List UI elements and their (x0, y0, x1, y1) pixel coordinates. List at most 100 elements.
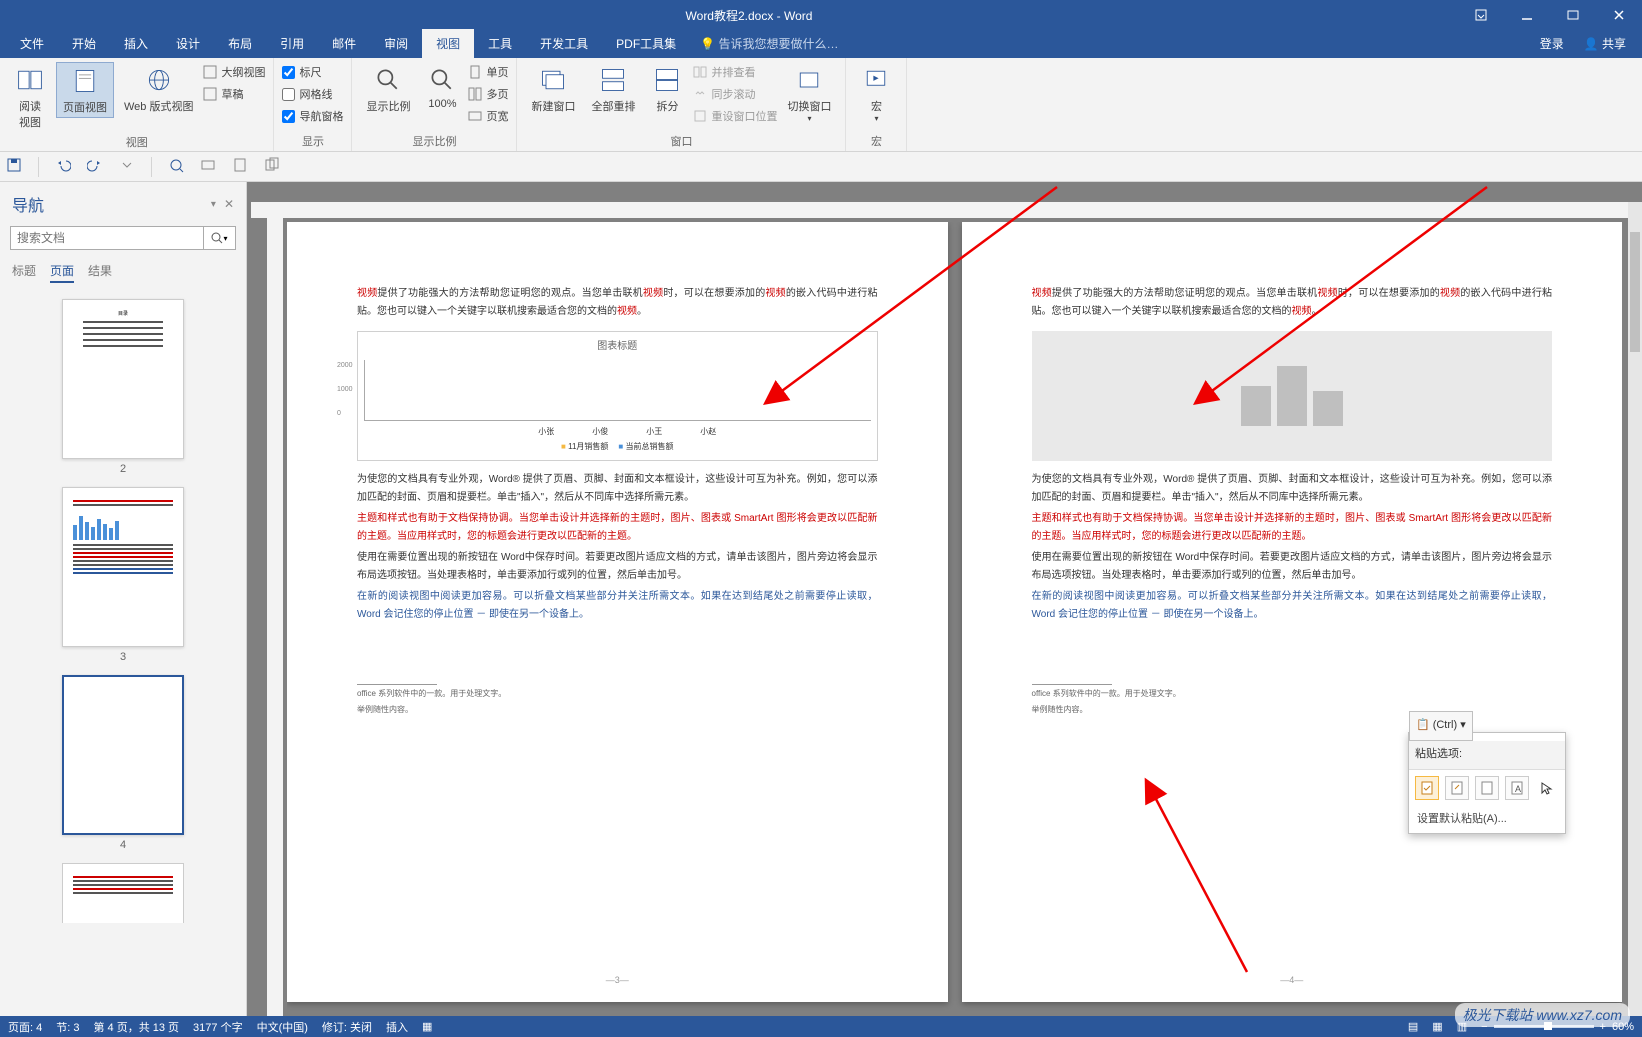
login-link[interactable]: 登录 (1530, 29, 1574, 58)
svg-text:A: A (1515, 784, 1521, 794)
search-input[interactable] (11, 227, 203, 249)
tab-insert[interactable]: 插入 (110, 29, 162, 58)
page-width-button[interactable]: 页宽 (468, 106, 508, 126)
view-print-layout-icon[interactable]: ▦ (1432, 1020, 1442, 1033)
status-bar: 页面: 4 节: 3 第 4 页，共 13 页 3177 个字 中文(中国) 修… (0, 1016, 1642, 1037)
paragraph: 为使您的文档具有专业外观，Word® 提供了页眉、页脚、封面和文本框设计，这些设… (1032, 471, 1553, 507)
read-mode-button[interactable]: 阅读 视图 (8, 62, 52, 132)
zoom-button[interactable]: 显示比例 (360, 62, 416, 116)
status-page[interactable]: 页面: 4 (8, 1019, 42, 1035)
paste-merge-icon[interactable] (1445, 776, 1469, 800)
paste-text-only-icon[interactable]: A (1505, 776, 1529, 800)
document-page-3[interactable]: 视频提供了功能强大的方法帮助您证明您的观点。当您单击联机视频时，可以在想要添加的… (287, 222, 948, 1002)
qat-icon[interactable] (200, 157, 216, 176)
tab-mailings[interactable]: 邮件 (318, 29, 370, 58)
minimize-icon[interactable] (1504, 0, 1550, 30)
navigation-pane: 导航 ▾ ✕ ▾ 标题 页面 结果 目录 2 3 4 (0, 182, 247, 1016)
save-icon[interactable] (6, 157, 22, 176)
paste-cursor-icon (1535, 776, 1559, 800)
status-words[interactable]: 3177 个字 (193, 1019, 243, 1035)
qat-dropdown-icon[interactable] (119, 157, 135, 176)
tab-tools[interactable]: 工具 (474, 29, 526, 58)
status-section[interactable]: 节: 3 (56, 1019, 79, 1035)
nav-close-icon[interactable]: ✕ (224, 197, 234, 211)
nav-tab-headings[interactable]: 标题 (12, 262, 36, 283)
paragraph: 视频提供了功能强大的方法帮助您证明您的观点。当您单击联机视频时，可以在想要添加的… (1032, 285, 1553, 321)
zoom-100-button[interactable]: 100% (420, 62, 464, 112)
multi-page-button[interactable]: 多页 (468, 84, 508, 104)
chart-placeholder[interactable] (1032, 331, 1553, 461)
paragraph: 视频提供了功能强大的方法帮助您证明您的观点。当您单击联机视频时，可以在想要添加的… (357, 285, 878, 321)
sync-scroll-button: 同步滚动 (693, 84, 777, 104)
ruler-checkbox[interactable]: 标尺 (282, 62, 343, 82)
tab-review[interactable]: 审阅 (370, 29, 422, 58)
ruler-corner (251, 202, 267, 218)
qat-icon[interactable] (168, 157, 184, 176)
tab-references[interactable]: 引用 (266, 29, 318, 58)
window-title: Word教程2.docx - Word (40, 7, 1458, 24)
print-layout-button[interactable]: 页面视图 (56, 62, 114, 118)
vertical-scrollbar[interactable] (1628, 202, 1642, 1016)
reset-position-button: 重设窗口位置 (693, 106, 777, 126)
watermark: 极光下载站 www.xz7.com (1455, 1003, 1630, 1027)
web-layout-button[interactable]: Web 版式视图 (118, 62, 199, 116)
tab-developer[interactable]: 开发工具 (526, 29, 602, 58)
views-group-label: 视图 (8, 132, 265, 150)
draft-view-button[interactable]: 草稿 (203, 84, 265, 104)
chart[interactable]: 图表标题 200010000 小张小俊小王小赵 11月销售额当前总销售额 (357, 331, 878, 461)
nav-tab-pages[interactable]: 页面 (50, 262, 74, 283)
one-page-button[interactable]: 单页 (468, 62, 508, 82)
paste-options-header: 粘贴选项: (1409, 741, 1565, 770)
tab-view[interactable]: 视图 (422, 29, 474, 58)
tab-pdf[interactable]: PDF工具集 (602, 29, 690, 58)
paragraph: 使用在需要位置出现的新按钮在 Word中保存时间。若要更改图片适应文档的方式，请… (357, 549, 878, 585)
set-default-paste[interactable]: 设置默认粘贴(A)... (1409, 806, 1565, 834)
view-read-mode-icon[interactable]: ▤ (1408, 1020, 1418, 1033)
paragraph: 在新的阅读视图中阅读更加容易。可以折叠文档某些部分并关注所需文本。如果在达到结尾… (1032, 588, 1553, 624)
horizontal-ruler[interactable] (267, 202, 1628, 218)
vertical-ruler[interactable] (267, 218, 283, 1016)
outline-view-button[interactable]: 大纲视图 (203, 62, 265, 82)
gridlines-checkbox[interactable]: 网格线 (282, 84, 343, 104)
paste-keep-source-icon[interactable] (1415, 776, 1439, 800)
nav-pane-checkbox[interactable]: 导航窗格 (282, 106, 343, 126)
document-area: 视频提供了功能强大的方法帮助您证明您的观点。当您单击联机视频时，可以在想要添加的… (247, 182, 1642, 1016)
tab-file[interactable]: 文件 (6, 29, 58, 58)
status-lang[interactable]: 中文(中国) (257, 1019, 308, 1035)
paste-options-popup: 📋 (Ctrl) ▾ 粘贴选项: A 设置默认粘贴(A)... (1408, 732, 1566, 834)
qat-icon[interactable] (232, 157, 248, 176)
switch-window-button[interactable]: 切换窗口▾ (781, 62, 837, 125)
qat-icon[interactable] (264, 157, 280, 176)
document-page-4[interactable]: 视频提供了功能强大的方法帮助您证明您的观点。当您单击联机视频时，可以在想要添加的… (962, 222, 1623, 1002)
nav-dropdown-icon[interactable]: ▾ (211, 199, 216, 210)
share-button[interactable]: 👤 共享 (1574, 29, 1636, 58)
thumbnail-page-3[interactable]: 3 (62, 487, 184, 663)
new-window-button[interactable]: 新建窗口 (525, 62, 581, 116)
search-icon[interactable]: ▾ (203, 227, 235, 249)
paste-picture-icon[interactable] (1475, 776, 1499, 800)
maximize-icon[interactable] (1550, 0, 1596, 30)
arrange-all-button[interactable]: 全部重排 (585, 62, 641, 116)
tab-design[interactable]: 设计 (162, 29, 214, 58)
status-page-of[interactable]: 第 4 页，共 13 页 (93, 1019, 179, 1035)
split-button[interactable]: 拆分 (645, 62, 689, 116)
thumbnail-page-5[interactable] (62, 863, 184, 923)
status-icon[interactable]: ▦ (422, 1020, 432, 1033)
thumbnail-page-2[interactable]: 目录 2 (62, 299, 184, 475)
tab-home[interactable]: 开始 (58, 29, 110, 58)
paragraph: 主题和样式也有助于文档保持协调。当您单击设计并选择新的主题时，图片、图表或 Sm… (357, 510, 878, 546)
status-insert[interactable]: 插入 (386, 1019, 408, 1035)
tab-layout[interactable]: 布局 (214, 29, 266, 58)
status-track[interactable]: 修订: 关闭 (322, 1019, 372, 1035)
nav-search[interactable]: ▾ (10, 226, 236, 250)
ribbon-display-options-icon[interactable] (1458, 0, 1504, 30)
show-group-label: 显示 (282, 131, 343, 149)
nav-tab-results[interactable]: 结果 (88, 262, 112, 283)
macros-button[interactable]: 宏▾ (854, 62, 898, 125)
undo-icon[interactable] (55, 157, 71, 176)
tell-me[interactable]: 💡 告诉我您想要做什么… (690, 29, 848, 58)
close-icon[interactable] (1596, 0, 1642, 30)
thumbnail-page-4[interactable]: 4 (62, 675, 184, 851)
paste-ctrl-badge[interactable]: 📋 (Ctrl) ▾ (1409, 711, 1473, 741)
redo-icon[interactable] (87, 157, 103, 176)
